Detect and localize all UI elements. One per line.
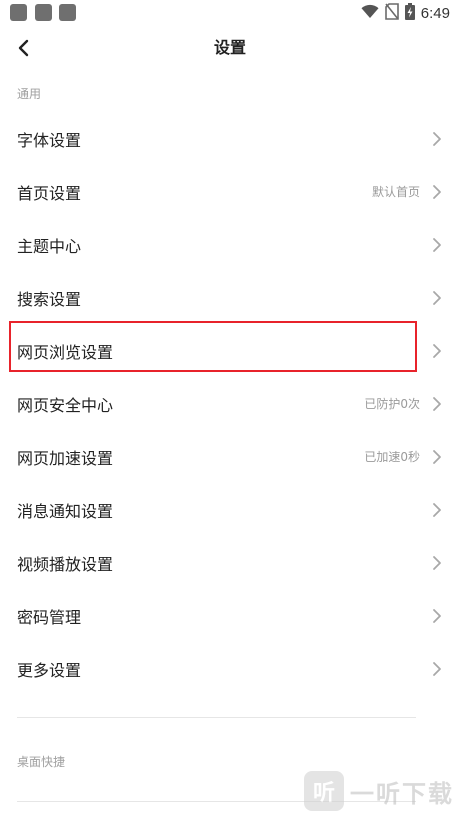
notification-icon bbox=[10, 4, 27, 21]
chevron-right-icon bbox=[433, 502, 441, 517]
settings-row-search[interactable]: 搜索设置 bbox=[0, 271, 460, 324]
status-bar: 6:49 bbox=[0, 0, 460, 26]
chevron-right-icon bbox=[433, 343, 441, 358]
no-sim-icon bbox=[384, 2, 399, 24]
chevron-right-icon bbox=[433, 131, 441, 146]
settings-row-more-settings[interactable]: 更多设置 bbox=[0, 642, 460, 695]
chevron-right-icon bbox=[433, 184, 441, 199]
settings-row-password-management[interactable]: 密码管理 bbox=[0, 589, 460, 642]
row-value: 已防护0次 bbox=[364, 397, 420, 411]
row-label: 网页浏览设置 bbox=[17, 342, 114, 362]
row-value: 默认首页 bbox=[371, 185, 420, 199]
system-status-icons: 6:49 bbox=[361, 2, 450, 24]
settings-row-theme-center[interactable]: 主题中心 bbox=[0, 218, 460, 271]
section-header-desktop-shortcuts: 桌面快捷 bbox=[17, 755, 66, 769]
settings-row-video-playback[interactable]: 视频播放设置 bbox=[0, 536, 460, 589]
watermark-logo: 听 bbox=[304, 771, 344, 811]
settings-list: 字体设置 首页设置 默认首页 主题中心 搜索设置 网页浏览设置 网页安全中心 已… bbox=[0, 112, 460, 695]
title-bar: 设置 bbox=[0, 26, 460, 70]
chevron-right-icon bbox=[433, 449, 441, 464]
watermark-text: 一听下载 bbox=[350, 779, 454, 808]
chevron-right-icon bbox=[433, 396, 441, 411]
notification-icon bbox=[35, 4, 52, 21]
row-label: 字体设置 bbox=[17, 130, 82, 150]
settings-row-web-acceleration[interactable]: 网页加速设置 已加速0秒 bbox=[0, 430, 460, 483]
settings-row-font[interactable]: 字体设置 bbox=[0, 112, 460, 165]
divider bbox=[17, 717, 416, 718]
back-button[interactable] bbox=[8, 32, 40, 64]
settings-row-homepage[interactable]: 首页设置 默认首页 bbox=[0, 165, 460, 218]
page-title: 设置 bbox=[213, 38, 246, 57]
watermark: 听 一听下载 bbox=[304, 771, 454, 811]
chevron-right-icon bbox=[433, 555, 441, 570]
row-label: 密码管理 bbox=[17, 607, 82, 627]
notification-icon bbox=[59, 4, 76, 21]
chevron-right-icon bbox=[433, 661, 441, 676]
row-label: 搜索设置 bbox=[17, 289, 82, 309]
row-label: 视频播放设置 bbox=[17, 554, 114, 574]
chevron-right-icon bbox=[433, 290, 441, 305]
row-label: 网页安全中心 bbox=[17, 395, 114, 415]
row-label: 主题中心 bbox=[17, 236, 82, 256]
chevron-right-icon bbox=[433, 237, 441, 252]
settings-row-web-security[interactable]: 网页安全中心 已防护0次 bbox=[0, 377, 460, 430]
section-header-general: 通用 bbox=[17, 87, 42, 101]
wifi-icon bbox=[361, 4, 379, 23]
row-label: 消息通知设置 bbox=[17, 501, 114, 521]
status-time: 6:49 bbox=[420, 4, 450, 22]
settings-screen: 6:49 设置 通用 字体设置 首页设置 默认首页 主题中心 搜索设置 网页浏览… bbox=[0, 0, 460, 817]
back-arrow-icon bbox=[18, 39, 29, 57]
settings-row-notifications[interactable]: 消息通知设置 bbox=[0, 483, 460, 536]
row-label: 更多设置 bbox=[17, 660, 82, 680]
row-label: 首页设置 bbox=[17, 183, 82, 203]
settings-row-web-browsing[interactable]: 网页浏览设置 bbox=[0, 324, 460, 377]
row-label: 网页加速设置 bbox=[17, 448, 114, 468]
battery-charging-icon bbox=[404, 2, 415, 24]
row-value: 已加速0秒 bbox=[364, 450, 420, 464]
chevron-right-icon bbox=[433, 608, 441, 623]
